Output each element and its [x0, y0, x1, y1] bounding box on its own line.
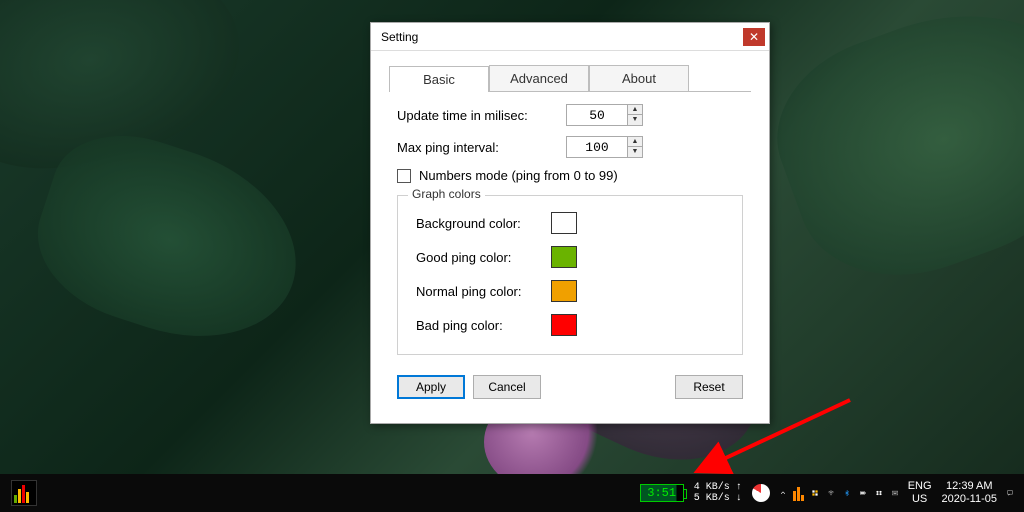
update-time-spinner: ▲ ▼ — [566, 104, 643, 126]
disk-usage-icon[interactable] — [747, 474, 775, 512]
net-upload: 4 KB/s ↑ — [694, 482, 742, 493]
close-button[interactable]: ✕ — [743, 28, 765, 46]
wifi-icon[interactable] — [823, 485, 839, 501]
max-ping-down-button[interactable]: ▼ — [628, 147, 642, 157]
bluetooth-icon[interactable] — [839, 485, 855, 501]
tab-basic[interactable]: Basic — [389, 66, 489, 92]
dropbox-icon[interactable] — [871, 485, 887, 501]
max-ping-label: Max ping interval: — [397, 140, 499, 155]
network-stats[interactable]: 4 KB/s ↑ 5 KB/s ↓ — [689, 474, 747, 512]
graph-colors-legend: Graph colors — [408, 187, 485, 201]
background-color-label: Background color: — [416, 216, 551, 231]
max-ping-input[interactable] — [567, 137, 627, 157]
titlebar[interactable]: Setting ✕ — [371, 23, 769, 51]
update-time-up-button[interactable]: ▲ — [628, 105, 642, 115]
update-time-label: Update time in milisec: — [397, 108, 528, 123]
max-ping-up-button[interactable]: ▲ — [628, 137, 642, 147]
good-ping-color-label: Good ping color: — [416, 250, 551, 265]
close-icon: ✕ — [749, 31, 759, 43]
windows-security-icon[interactable] — [807, 485, 823, 501]
reset-button[interactable]: Reset — [675, 375, 743, 399]
language-bottom: US — [908, 493, 932, 506]
good-ping-color-swatch[interactable] — [551, 246, 577, 268]
bad-ping-color-swatch[interactable] — [551, 314, 577, 336]
app-icon-ping[interactable] — [6, 474, 42, 512]
tabs: Basic Advanced About — [389, 65, 751, 92]
numbers-mode-label: Numbers mode (ping from 0 to 99) — [419, 168, 618, 183]
graph-colors-fieldset: Graph colors Background color: Good ping… — [397, 195, 743, 355]
update-time-input[interactable] — [567, 105, 627, 125]
normal-ping-color-label: Normal ping color: — [416, 284, 551, 299]
language-top: ENG — [908, 480, 932, 493]
clock-date: 2020-11-05 — [942, 493, 997, 506]
normal-ping-color-swatch[interactable] — [551, 280, 577, 302]
tray-app-icon[interactable] — [791, 485, 807, 501]
cancel-button[interactable]: Cancel — [473, 375, 541, 399]
apply-button[interactable]: Apply — [397, 375, 465, 399]
tray-expand-icon[interactable] — [775, 485, 791, 501]
update-time-down-button[interactable]: ▼ — [628, 115, 642, 125]
wallpaper-leaf — [753, 0, 1024, 307]
action-center-icon[interactable] — [1002, 485, 1018, 501]
max-ping-spinner: ▲ ▼ — [566, 136, 643, 158]
titlebar-title: Setting — [381, 30, 418, 44]
battery-tray-icon[interactable] — [855, 485, 871, 501]
battery-indicator[interactable]: 3:51 — [635, 474, 689, 512]
taskbar: 3:51 4 KB/s ↑ 5 KB/s ↓ ENG — [0, 474, 1024, 512]
tab-advanced[interactable]: Advanced — [489, 65, 589, 91]
battery-time: 3:51 — [647, 486, 676, 500]
background-color-swatch[interactable] — [551, 212, 577, 234]
language-indicator[interactable]: ENG US — [903, 474, 937, 512]
keyboard-icon[interactable] — [887, 485, 903, 501]
tab-about[interactable]: About — [589, 65, 689, 91]
net-download: 5 KB/s ↓ — [694, 493, 742, 504]
settings-dialog: Setting ✕ Basic Advanced About Update ti… — [370, 22, 770, 424]
clock-time: 12:39 AM — [942, 480, 997, 493]
bad-ping-color-label: Bad ping color: — [416, 318, 551, 333]
clock[interactable]: 12:39 AM 2020-11-05 — [937, 474, 1002, 512]
numbers-mode-checkbox[interactable] — [397, 169, 411, 183]
tab-panel-basic: Update time in milisec: ▲ ▼ Max ping int… — [389, 92, 751, 407]
